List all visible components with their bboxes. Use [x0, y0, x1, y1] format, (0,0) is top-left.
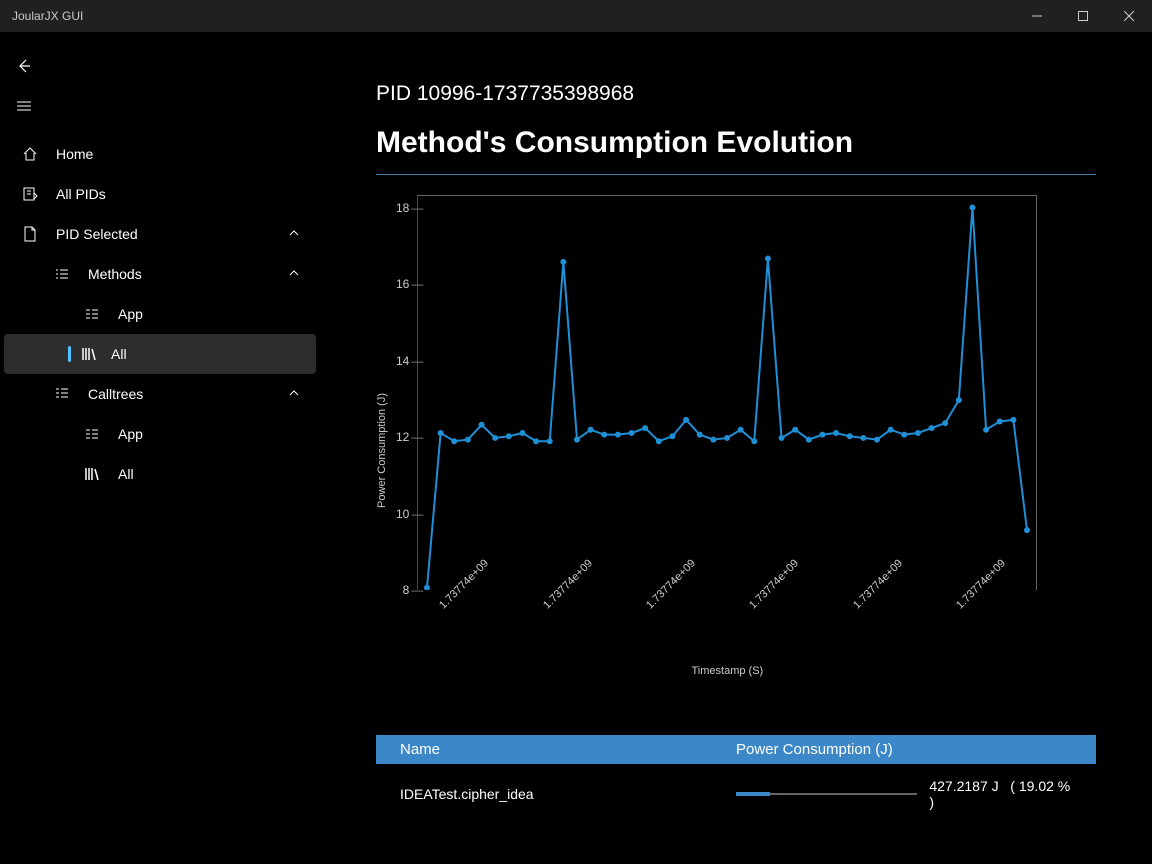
books-icon — [79, 346, 99, 362]
col-name: Name — [400, 741, 736, 758]
window-title: JoularJX GUI — [12, 9, 83, 23]
app-icon — [82, 306, 102, 322]
close-button[interactable] — [1106, 0, 1152, 32]
maximize-button[interactable] — [1060, 0, 1106, 32]
col-power: Power Consumption (J) — [736, 741, 1072, 758]
minimize-button[interactable] — [1014, 0, 1060, 32]
chart-box: 1.73774e+091.73774e+091.73774e+091.73774… — [417, 195, 1037, 705]
page-title: Method's Consumption Evolution — [376, 126, 1096, 160]
back-button[interactable] — [16, 48, 56, 84]
title-underline — [376, 174, 1096, 175]
hamburger-button[interactable] — [16, 88, 56, 124]
list-icon — [20, 186, 40, 202]
tree-icon — [52, 386, 72, 402]
sidebar-item-calltrees-all[interactable]: All — [4, 454, 316, 494]
app-body: Home All PIDs PID Selected Methods App A… — [0, 32, 1152, 864]
document-icon — [20, 226, 40, 242]
sidebar: Home All PIDs PID Selected Methods App A… — [0, 32, 320, 864]
line-chart — [417, 195, 1037, 590]
nav-label: App — [118, 306, 143, 322]
main-content: PID 10996-1737735398968 Method's Consump… — [320, 32, 1152, 864]
nav-label: Home — [56, 146, 93, 162]
books-icon — [82, 466, 102, 482]
titlebar: JoularJX GUI — [0, 0, 1152, 32]
methods-icon — [52, 266, 72, 282]
chevron-up-icon — [288, 266, 300, 282]
nav-label: App — [118, 426, 143, 442]
sidebar-item-methods-app[interactable]: App — [4, 294, 316, 334]
sidebar-item-home[interactable]: Home — [4, 134, 316, 174]
row-value: 427.2187 J ( 19.02 % ) — [929, 778, 1072, 810]
chevron-up-icon — [288, 226, 300, 242]
pid-header: PID 10996-1737735398968 — [376, 82, 1096, 106]
chevron-up-icon — [288, 386, 300, 402]
sidebar-item-pid-selected[interactable]: PID Selected — [4, 214, 316, 254]
nav-label: Calltrees — [88, 386, 143, 402]
nav-label: All PIDs — [56, 186, 106, 202]
nav-label: Methods — [88, 266, 142, 282]
window-controls — [1014, 0, 1152, 32]
table-row[interactable]: IDEATest.cipher_idea 427.2187 J ( 19.02 … — [376, 764, 1096, 824]
nav-label: All — [111, 346, 127, 362]
row-name: IDEATest.cipher_idea — [400, 786, 736, 802]
y-axis-ticks: 18161412108 — [396, 195, 417, 705]
nav-label: All — [118, 466, 134, 482]
sidebar-item-calltrees-app[interactable]: App — [4, 414, 316, 454]
sidebar-item-calltrees[interactable]: Calltrees — [4, 374, 316, 414]
active-indicator — [68, 346, 71, 362]
y-axis-label: Power Consumption (J) — [376, 393, 388, 508]
sidebar-item-all-pids[interactable]: All PIDs — [4, 174, 316, 214]
x-axis-label: Timestamp (S) — [417, 665, 1037, 677]
sidebar-item-methods[interactable]: Methods — [4, 254, 316, 294]
table-body: IDEATest.cipher_idea 427.2187 J ( 19.02 … — [376, 764, 1096, 824]
chart: Power Consumption (J) 18161412108 1.7377… — [376, 195, 1096, 705]
home-icon — [20, 146, 40, 162]
progress-bar — [736, 793, 917, 795]
app-icon — [82, 426, 102, 442]
nav-label: PID Selected — [56, 226, 138, 242]
x-axis-ticks: 1.73774e+091.73774e+091.73774e+091.73774… — [417, 603, 1037, 615]
sidebar-item-methods-all[interactable]: All — [4, 334, 316, 374]
table-header: Name Power Consumption (J) — [376, 735, 1096, 764]
results-table: Name Power Consumption (J) IDEATest.ciph… — [376, 735, 1096, 824]
